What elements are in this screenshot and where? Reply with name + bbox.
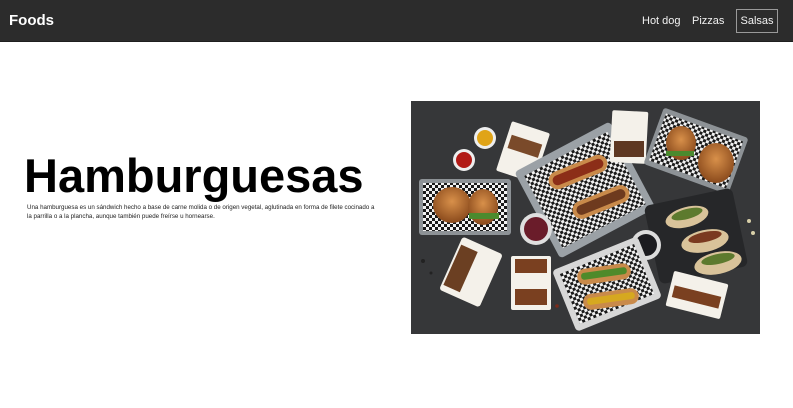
nav-link-salsas[interactable]: Salsas (736, 9, 778, 33)
nav-link-pizzas[interactable]: Pizzas (692, 16, 724, 27)
hero-title: Hamburguesas (24, 149, 364, 202)
food-photo (411, 101, 760, 334)
brand-link[interactable]: Foods (9, 13, 54, 28)
navbar: Foods Hot dog Pizzas Salsas (0, 0, 793, 42)
nav-link-hot-dog[interactable]: Hot dog (642, 16, 681, 27)
hero-description: Una hamburguesa es un sándwich hecho a b… (27, 204, 375, 220)
